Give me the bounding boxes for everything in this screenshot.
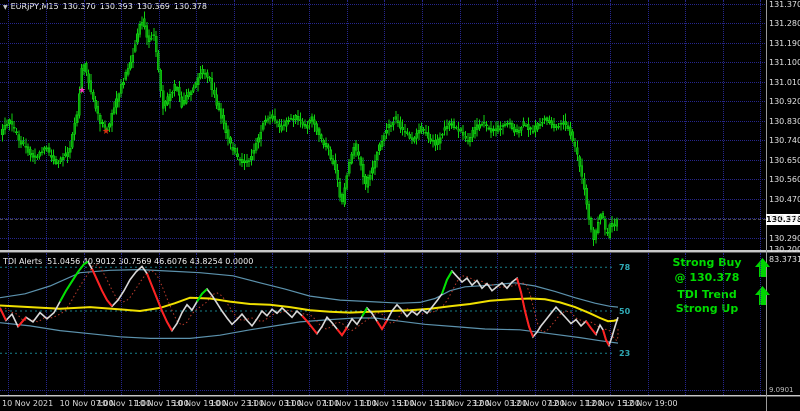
mt4-chart-window: 10 Nov 2021 10 Nov 07:00 10 Nov 11:00 10 No… (0, 0, 800, 411)
tdi-rsi-down-segment (602, 329, 610, 346)
price-tick-label: 130.200 (769, 245, 800, 254)
price-tick-label: 131.100 (769, 58, 800, 68)
tdi-rsi-down-segment (91, 268, 113, 307)
sell-signal-star: ★ (78, 85, 87, 96)
price-tick-label: 130.290 (769, 233, 800, 243)
buy-signal-star: ★ (102, 126, 111, 137)
candle-wicks (2, 11, 618, 247)
tdi-lower-band (0, 317, 619, 344)
price-tick-label: 131.010 (769, 77, 800, 87)
tdi-lines (0, 260, 619, 354)
price-tick-label: 130.920 (769, 97, 800, 107)
tdi-rsi-line (0, 260, 619, 348)
tdi-rsi-down-segment (516, 277, 534, 338)
time-tick-label: 12 Nov 19:00 (623, 399, 678, 408)
tdi-level-label: 23 (619, 349, 631, 359)
time-axis[interactable]: 10 Nov 2021 10 Nov 07:00 10 Nov 11:00 10 No… (0, 397, 766, 411)
tdi-upper-band (0, 268, 619, 308)
tdi-rsi-down-segment (336, 326, 348, 337)
indicator-scale-max: 83.3731 (769, 255, 800, 264)
price-tick-label: 130.380 (769, 214, 800, 224)
tdi-rsi-up-segment (196, 288, 208, 303)
price-tick-label: 131.370 (769, 0, 800, 9)
price-tick-label: 130.470 (769, 194, 800, 204)
time-tick-label: 10 Nov 2021 (2, 399, 54, 408)
price-tick-label: 130.650 (769, 155, 800, 165)
tdi-rsi-down-segment (376, 319, 388, 331)
tdi-level-label: 78 (619, 263, 631, 273)
tdi-rsi-down-segment (146, 273, 173, 332)
tdi-rsi-down-segment (0, 307, 7, 321)
tdi-rsi-down-segment (585, 320, 597, 336)
tdi-rsi-up-segment (59, 260, 89, 303)
price-tick-label: 130.830 (769, 116, 800, 126)
tdi-signal-line (4, 264, 619, 342)
price-tick-label: 130.560 (769, 175, 800, 185)
candlestick-series (1, 11, 619, 247)
price-tick-label: 130.740 (769, 136, 800, 146)
tdi-level-label: 50 (619, 307, 631, 316)
price-tick-label: 131.190 (769, 38, 800, 48)
indicator-scale-min: 9.0901 (769, 386, 794, 394)
price-tick-label: 131.280 (769, 19, 800, 29)
